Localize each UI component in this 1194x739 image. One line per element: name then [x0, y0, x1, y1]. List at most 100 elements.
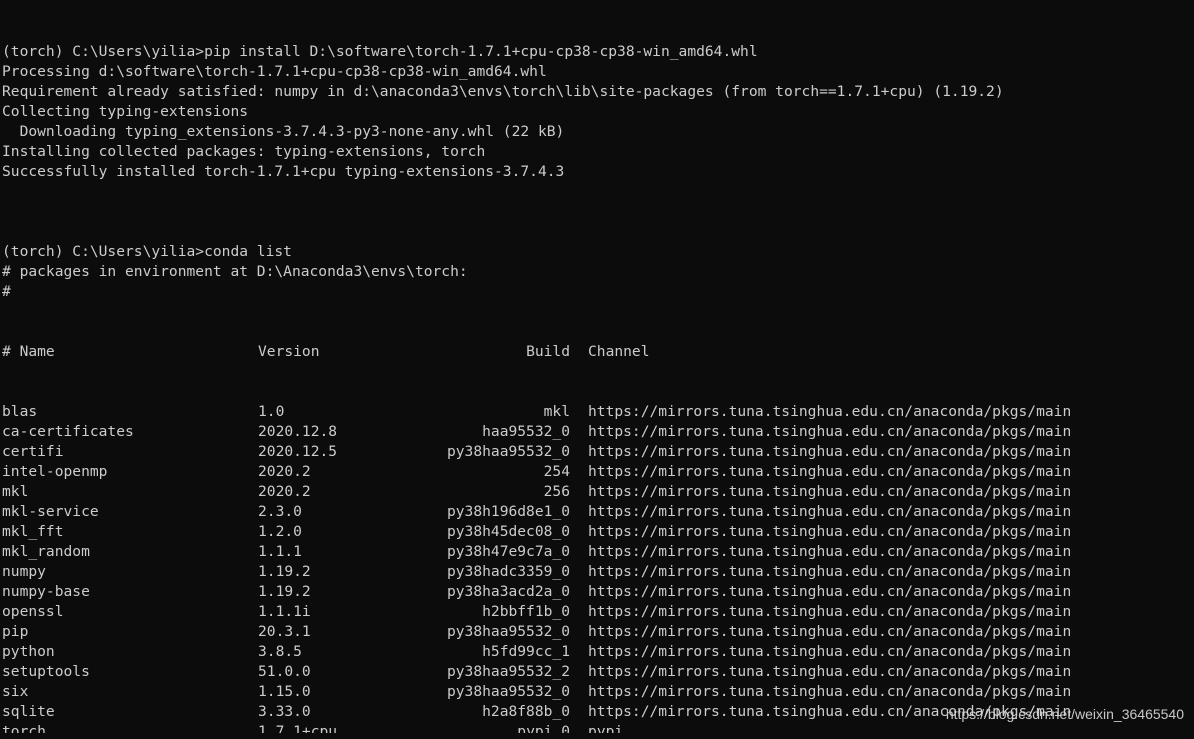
package-version: 2020.12.5	[258, 443, 338, 460]
package-channel: https://mirrors.tuna.tsinghua.edu.cn/ana…	[588, 483, 1072, 500]
package-name: blas	[2, 403, 38, 420]
package-channel: https://mirrors.tuna.tsinghua.edu.cn/ana…	[588, 623, 1072, 640]
package-version: 1.15.0	[258, 683, 311, 700]
package-name: certifi	[2, 443, 64, 460]
package-table-row: mkl 2020.2 256 https://mirrors.tuna.tsinghu…	[2, 482, 1194, 502]
package-build: 254	[543, 463, 570, 480]
package-table-row: six 1.15.0 py38haa95532_0 https://mirrors.t…	[2, 682, 1194, 702]
package-channel: https://mirrors.tuna.tsinghua.edu.cn/ana…	[588, 703, 1072, 720]
package-table-body: blas 1.0 mkl https://mirrors.tuna.tsinghua.…	[2, 402, 1194, 733]
package-version: 20.3.1	[258, 623, 311, 640]
package-channel: https://mirrors.tuna.tsinghua.edu.cn/ana…	[588, 503, 1072, 520]
package-version: 1.2.0	[258, 523, 302, 540]
package-table-row: numpy-base 1.19.2 py38ha3acd2a_0 https://mi…	[2, 582, 1194, 602]
package-name: mkl_fft	[2, 523, 64, 540]
package-name: mkl-service	[2, 503, 99, 520]
package-version: 1.7.1+cpu	[258, 723, 338, 733]
package-table-row: mkl_random 1.1.1 py38h47e9c7a_0 https://mir…	[2, 542, 1194, 562]
package-channel: https://mirrors.tuna.tsinghua.edu.cn/ana…	[588, 663, 1072, 680]
package-build: mkl	[543, 403, 570, 420]
conda-comment-line: #	[2, 283, 11, 300]
package-build: 256	[543, 483, 570, 500]
package-name: setuptools	[2, 663, 90, 680]
package-build: py38haa95532_0	[446, 443, 570, 460]
package-table-row: ca-certificates 2020.12.8 haa95532_0 https:…	[2, 422, 1194, 442]
pip-command-line: (torch) C:\Users\yilia>pip install D:\so…	[2, 43, 758, 60]
package-table-row: blas 1.0 mkl https://mirrors.tuna.tsinghua.…	[2, 402, 1194, 422]
conda-list-header: (torch) C:\Users\yilia>conda list # packa…	[2, 242, 1194, 302]
package-table-row: intel-openmp 2020.2 254 https://mirrors.tun…	[2, 462, 1194, 482]
conda-comment-line: # packages in environment at D:\Anaconda…	[2, 263, 468, 280]
command-prompt-line[interactable]: (torch) C:\Users\yilia>	[2, 719, 222, 739]
pip-output-line: Installing collected packages: typing-ex…	[2, 143, 486, 160]
package-channel: https://mirrors.tuna.tsinghua.edu.cn/ana…	[588, 543, 1072, 560]
package-build: py38ha3acd2a_0	[446, 583, 570, 600]
package-build: py38haa95532_2	[446, 663, 570, 680]
package-version: Version	[258, 343, 320, 360]
package-channel: https://mirrors.tuna.tsinghua.edu.cn/ana…	[588, 403, 1072, 420]
pip-output-line: Requirement already satisfied: numpy in …	[2, 83, 1004, 100]
package-build: py38hadc3359_0	[446, 563, 570, 580]
package-build: py38haa95532_0	[446, 623, 570, 640]
package-build: haa95532_0	[482, 423, 570, 440]
package-build: h5fd99cc_1	[482, 643, 570, 660]
package-table-row: python 3.8.5 h5fd99cc_1 https://mirrors.tun…	[2, 642, 1194, 662]
package-channel: https://mirrors.tuna.tsinghua.edu.cn/ana…	[588, 603, 1072, 620]
package-table-row: setuptools 51.0.0 py38haa95532_2 https://mi…	[2, 662, 1194, 682]
package-name: openssl	[2, 603, 64, 620]
package-name: pip	[2, 623, 29, 640]
package-table-row: numpy 1.19.2 py38hadc3359_0 https://mirrors…	[2, 562, 1194, 582]
package-table-row: openssl 1.1.1i h2bbff1b_0 https://mirrors.t…	[2, 602, 1194, 622]
package-build: py38h47e9c7a_0	[446, 543, 570, 560]
pip-output-line: Processing d:\software\torch-1.7.1+cpu-c…	[2, 63, 547, 80]
package-name: ca-certificates	[2, 423, 134, 440]
package-table-row: pip 20.3.1 py38haa95532_0 https://mirrors.t…	[2, 622, 1194, 642]
package-build: Build	[526, 343, 570, 360]
package-build: py38haa95532_0	[446, 683, 570, 700]
package-version: 1.1.1i	[258, 603, 311, 620]
package-name: mkl_random	[2, 543, 90, 560]
package-table-row: mkl-service 2.3.0 py38h196d8e1_0 https://mi…	[2, 502, 1194, 522]
package-channel: https://mirrors.tuna.tsinghua.edu.cn/ana…	[588, 563, 1072, 580]
package-version: 1.19.2	[258, 563, 311, 580]
pip-output-line	[2, 182, 1194, 202]
package-version: 1.19.2	[258, 583, 311, 600]
package-version: 51.0.0	[258, 663, 311, 680]
package-version: 2.3.0	[258, 503, 302, 520]
package-name: numpy-base	[2, 583, 90, 600]
pip-output-line: Downloading typing_extensions-3.7.4.3-py…	[2, 123, 565, 140]
package-channel: https://mirrors.tuna.tsinghua.edu.cn/ana…	[588, 423, 1072, 440]
package-version: 1.0	[258, 403, 285, 420]
package-name: six	[2, 683, 29, 700]
package-table-row: certifi 2020.12.5 py38haa95532_0 https://mi…	[2, 442, 1194, 462]
terminal-console[interactable]: (torch) C:\Users\yilia>pip install D:\so…	[0, 0, 1194, 733]
package-build: h2bbff1b_0	[482, 603, 570, 620]
pip-install-output: (torch) C:\Users\yilia>pip install D:\so…	[2, 42, 1194, 202]
package-build: pypi_0	[517, 723, 570, 733]
package-channel: https://mirrors.tuna.tsinghua.edu.cn/ana…	[588, 523, 1072, 540]
package-build: py38h196d8e1_0	[446, 503, 570, 520]
pip-output-line: Successfully installed torch-1.7.1+cpu t…	[2, 163, 565, 180]
package-table-header-row: # Name Version Build Channel	[2, 342, 1194, 362]
package-build: py38h45dec08_0	[446, 523, 570, 540]
package-version: 3.33.0	[258, 703, 311, 720]
package-channel: https://mirrors.tuna.tsinghua.edu.cn/ana…	[588, 583, 1072, 600]
package-channel: Channel	[588, 343, 650, 360]
package-name: # Name	[2, 343, 55, 360]
package-channel: https://mirrors.tuna.tsinghua.edu.cn/ana…	[588, 463, 1072, 480]
package-build: h2a8f88b_0	[482, 703, 570, 720]
conda-command-line: (torch) C:\Users\yilia>conda list	[2, 243, 292, 260]
pip-output-line: Collecting typing-extensions	[2, 103, 249, 120]
package-name: intel-openmp	[2, 463, 108, 480]
package-version: 2020.12.8	[258, 423, 338, 440]
package-name: mkl	[2, 483, 29, 500]
package-table-row: mkl_fft 1.2.0 py38h45dec08_0 https://mirror…	[2, 522, 1194, 542]
package-table-header: # Name Version Build Channel	[2, 342, 1194, 362]
package-version: 3.8.5	[258, 643, 302, 660]
package-version: 2020.2	[258, 483, 311, 500]
package-version: 1.1.1	[258, 543, 302, 560]
package-channel: https://mirrors.tuna.tsinghua.edu.cn/ana…	[588, 443, 1072, 460]
package-version: 2020.2	[258, 463, 311, 480]
package-name: numpy	[2, 563, 46, 580]
package-name: python	[2, 643, 55, 660]
